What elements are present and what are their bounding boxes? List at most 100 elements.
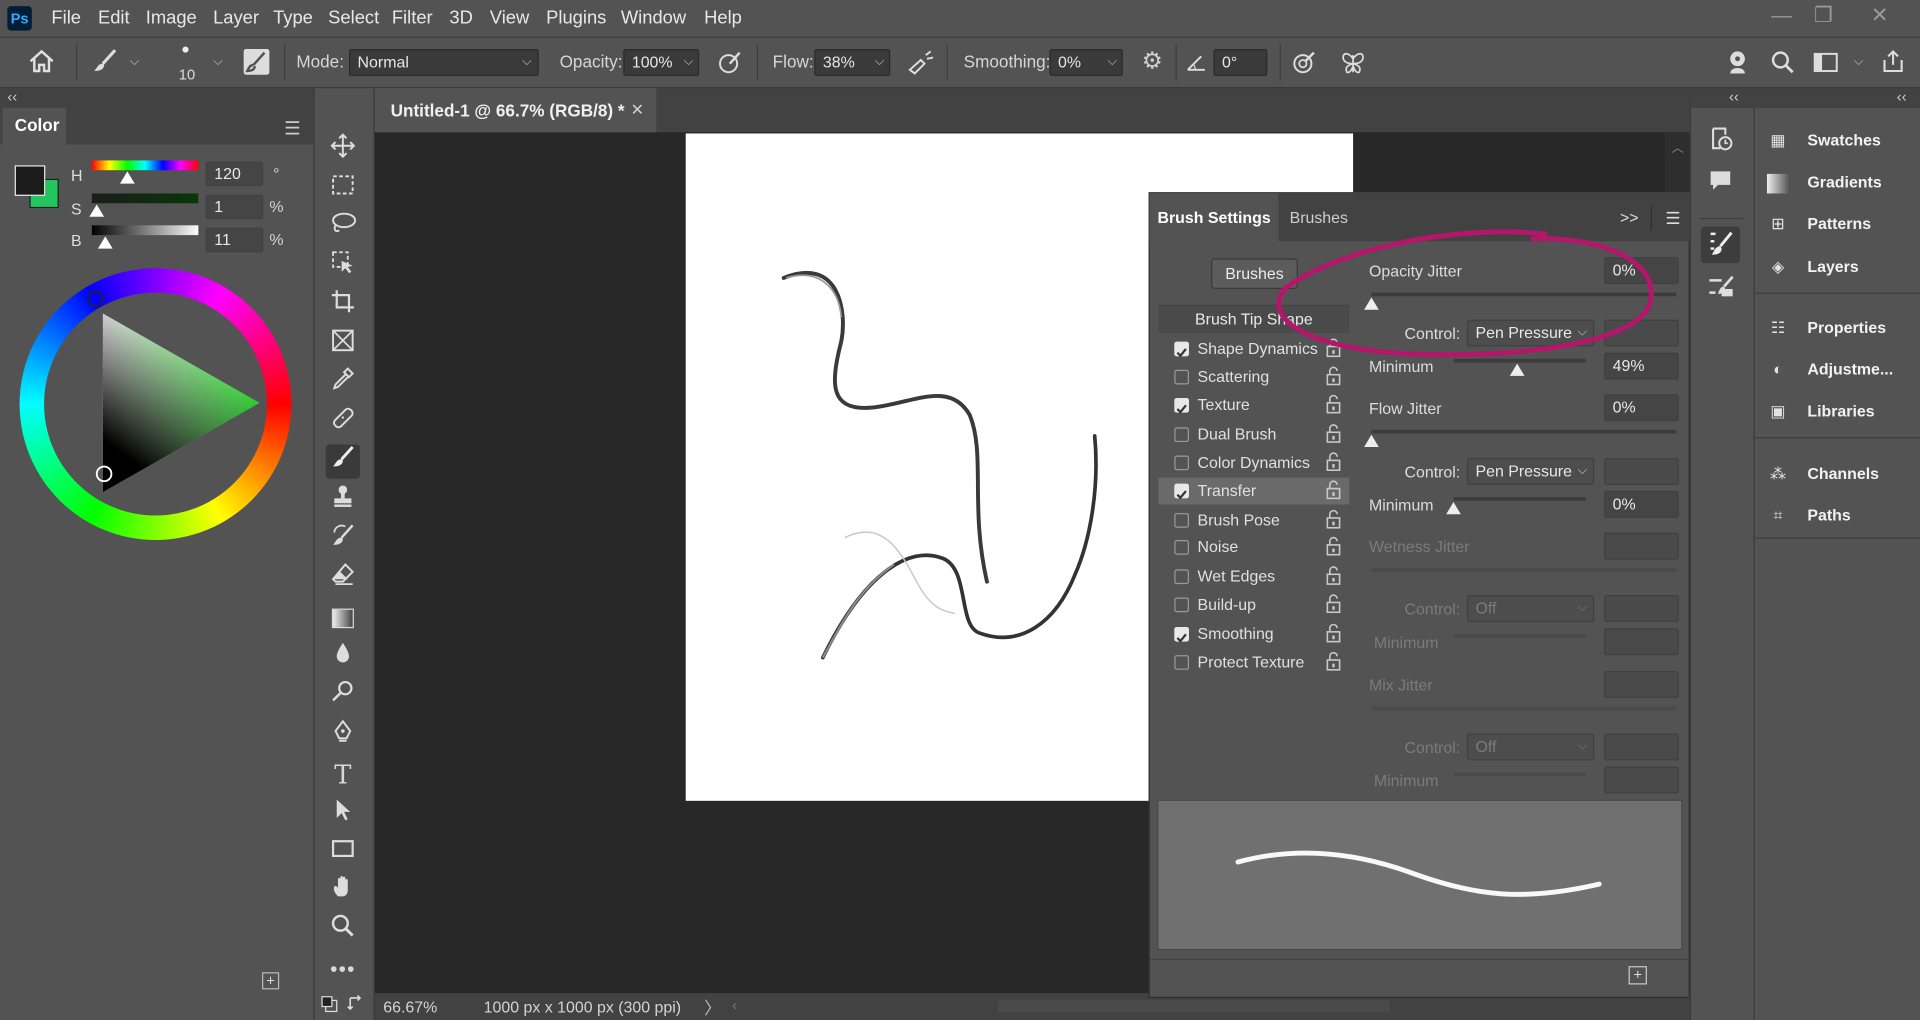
panel-layers[interactable]: ◈ Layers [1763, 249, 1915, 286]
stamp-tool-icon[interactable] [326, 484, 360, 518]
brush-angle-input[interactable]: 0° [1213, 48, 1268, 76]
saturation-slider-thumb[interactable] [89, 204, 105, 217]
flow-input[interactable]: 38% ⌵ [814, 48, 891, 76]
brush-presets-icon[interactable] [1706, 272, 1735, 301]
minimum-thumb-2[interactable] [1446, 502, 1461, 515]
menu-help[interactable]: Help [704, 0, 742, 37]
search-icon[interactable] [1769, 49, 1796, 76]
hue-slider-thumb[interactable] [120, 171, 135, 184]
brush-option-checkbox[interactable] [1174, 483, 1189, 500]
marquee-tool-icon[interactable] [326, 173, 360, 207]
menu-edit[interactable]: Edit [98, 0, 130, 37]
history-brush-icon[interactable] [326, 523, 360, 557]
minimum-thumb-1[interactable] [1509, 363, 1525, 376]
more-tools-icon[interactable]: ••• [326, 953, 360, 987]
workspace-dropdown-icon[interactable]: ⌵ [1854, 55, 1863, 68]
brush-option-checkbox[interactable] [1174, 569, 1189, 585]
panel-channels[interactable]: ⁂ Channels [1763, 456, 1915, 493]
brush-option-checkbox[interactable] [1174, 397, 1189, 414]
menu-file[interactable]: File [51, 0, 81, 37]
share-icon[interactable] [1880, 48, 1907, 75]
brightness-slider-thumb[interactable] [97, 236, 113, 249]
minimum-slider-2[interactable] [1453, 497, 1586, 501]
path-selection-icon[interactable] [326, 797, 360, 831]
brightness-slider[interactable] [91, 225, 199, 236]
brush-option-checkbox[interactable] [1174, 513, 1189, 528]
brush-tool-preset-icon[interactable] [91, 47, 120, 76]
panel-adjustments[interactable]: ◐ Adjustme... [1763, 351, 1915, 388]
create-new-brush-icon[interactable]: + [1628, 966, 1647, 985]
menu-view[interactable]: View [490, 0, 529, 37]
brush-preset-dropdown-icon[interactable]: ⌵ [130, 55, 139, 68]
collapse-left-icon[interactable]: ‹‹ [7, 88, 17, 105]
brush-option-checkbox[interactable] [1174, 540, 1189, 555]
history-icon[interactable] [1706, 124, 1735, 153]
gear-icon[interactable]: ⚙ [1139, 49, 1166, 76]
minimize-button[interactable]: — [1766, 0, 1798, 32]
lock-icon[interactable] [1325, 651, 1342, 674]
home-icon[interactable] [27, 47, 56, 76]
crop-tool-icon[interactable] [326, 289, 360, 323]
minimum-input-2[interactable]: 0% [1604, 491, 1679, 518]
learn-icon[interactable] [1725, 49, 1752, 76]
brush-settings-dock-icon[interactable] [1700, 226, 1741, 264]
document-tab[interactable]: Untitled-1 @ 66.7% (RGB/8) * [374, 88, 657, 133]
panel-libraries[interactable]: ▣ Libraries [1763, 393, 1915, 430]
menu-image[interactable]: Image [146, 0, 197, 37]
panel-properties[interactable]: ☷ Properties [1763, 310, 1915, 347]
gradient-tool-icon[interactable] [326, 601, 360, 635]
eraser-icon[interactable] [326, 562, 360, 596]
brush-option-checkbox[interactable] [1174, 655, 1189, 670]
collapse-right-icon[interactable]: ‹‹ [1729, 88, 1739, 105]
menu-filter[interactable]: Filter [392, 0, 433, 37]
opacity-input[interactable]: 100% ⌵ [623, 48, 700, 76]
panel-gradients[interactable]: Gradients [1763, 164, 1915, 201]
brush-option-checkbox[interactable] [1174, 597, 1189, 613]
brush-option-checkbox[interactable] [1174, 455, 1189, 471]
object-selection-icon[interactable] [326, 250, 360, 284]
lock-icon[interactable] [1325, 366, 1342, 389]
blur-tool-icon[interactable] [326, 640, 360, 674]
flow-jitter-slider[interactable] [1371, 429, 1677, 434]
panel-swatches[interactable]: ▦ Swatches [1763, 122, 1915, 159]
horizontal-scrollbar-thumb[interactable] [997, 1000, 1390, 1013]
mode-select[interactable]: Normal ⌵ [348, 48, 539, 76]
lock-icon[interactable] [1325, 623, 1342, 646]
swap-colors-icon[interactable] [347, 994, 364, 1011]
brush-size-dropdown-icon[interactable]: ⌵ [213, 55, 222, 68]
lock-icon[interactable] [1325, 509, 1342, 532]
menu-window[interactable]: Window [621, 0, 686, 37]
brush-size-value[interactable]: 10 [179, 66, 195, 83]
comments-icon[interactable] [1706, 167, 1735, 196]
move-tool-icon[interactable] [326, 133, 360, 167]
lock-icon[interactable] [1325, 480, 1342, 503]
healing-brush-icon[interactable] [326, 405, 360, 439]
close-window-button[interactable]: ✕ [1864, 0, 1896, 32]
status-expand-icon[interactable]: 〉 [704, 996, 721, 1020]
s-input[interactable]: 1 [205, 194, 264, 220]
scroll-up-icon[interactable]: ︿ [1671, 137, 1683, 155]
brush-option-checkbox[interactable] [1174, 427, 1189, 443]
hue-slider[interactable] [91, 160, 199, 171]
tab-brush-settings[interactable]: Brush Settings [1149, 193, 1279, 243]
pen-tool-icon[interactable] [326, 719, 360, 753]
flow-control-select[interactable]: Pen Pressure ⌵ [1466, 457, 1595, 485]
menu-layer[interactable]: Layer [213, 0, 259, 37]
color-panel-menu-icon[interactable]: ☰ [284, 118, 301, 140]
lock-icon[interactable] [1325, 536, 1342, 559]
menu-type[interactable]: Type [273, 0, 313, 37]
flow-jitter-thumb[interactable] [1364, 434, 1379, 447]
brush-option-checkbox[interactable] [1174, 341, 1189, 358]
panel-paths[interactable]: ⌗ Paths [1763, 497, 1915, 534]
lasso-tool-icon[interactable] [326, 211, 360, 245]
foreground-color-swatch[interactable] [14, 165, 46, 196]
frame-tool-icon[interactable] [326, 328, 360, 362]
lock-icon[interactable] [1325, 566, 1342, 589]
panel-patterns[interactable]: ⊞ Patterns [1763, 206, 1915, 243]
airbrush-icon[interactable] [906, 49, 935, 76]
collapse-right2-icon[interactable]: ‹‹ [1897, 88, 1907, 105]
h-input[interactable]: 120 [205, 161, 264, 187]
symmetry-butterfly-icon[interactable] [1340, 49, 1367, 76]
zoom-tool-icon[interactable] [326, 913, 360, 947]
workspace-icon[interactable] [1812, 49, 1839, 76]
